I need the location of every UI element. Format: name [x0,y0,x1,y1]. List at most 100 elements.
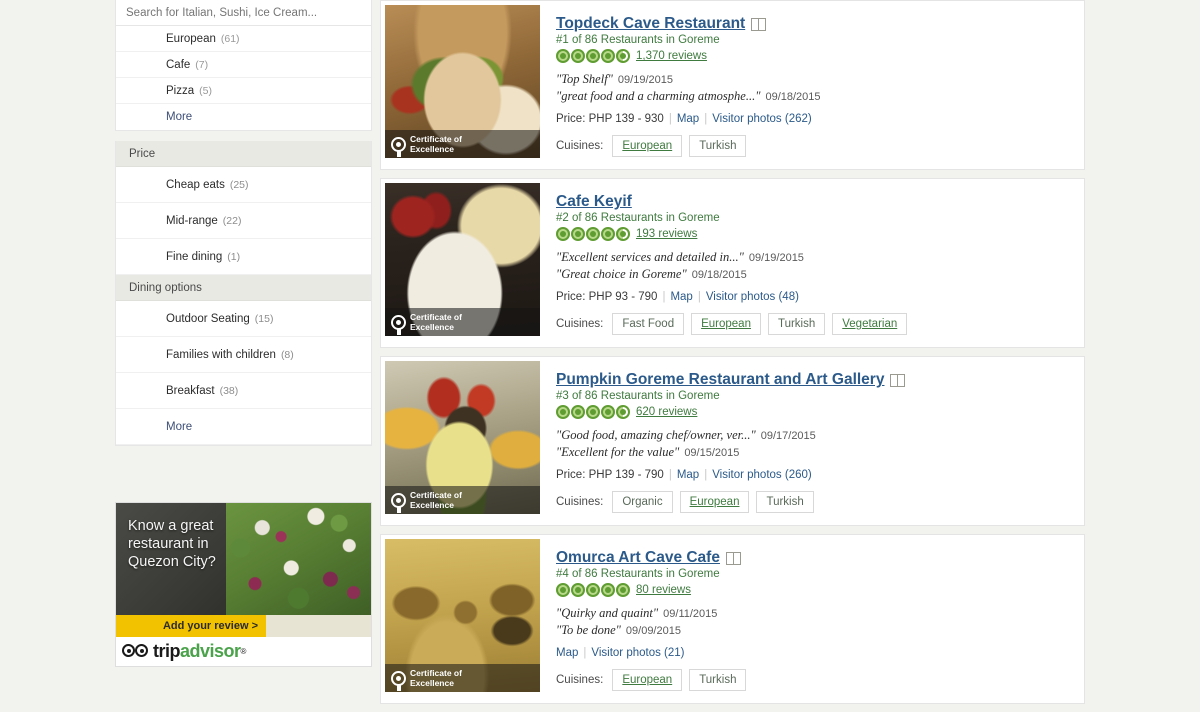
cuisine-tag-turkish[interactable]: Turkish [689,669,747,691]
quote-date: 09/18/2015 [691,269,747,281]
quote-text[interactable]: "Quirky and quaint" [556,606,658,620]
cuisine-tag-turkish[interactable]: Turkish [767,313,826,335]
filter-label: European [166,32,216,45]
filter-price-cheap-eats[interactable]: Cheap eats (25) [116,167,371,203]
rating-bubble [601,583,615,597]
cuisine-tag-vegetarian[interactable]: Vegetarian [832,313,908,335]
badge-line1: Certificate of [410,312,462,322]
cuisine-search-panel [115,0,372,26]
add-review-ad-banner[interactable]: Know a great restaurant in Quezon City? … [115,502,372,667]
cuisine-tag-turkish[interactable]: Turkish [689,135,747,157]
filter-price-fine-dining[interactable]: Fine dining (1) [116,239,371,275]
visitor-photos-link[interactable]: Visitor photos (262) [712,113,812,125]
price-range: Price: PHP 139 - 790 [556,469,664,481]
review-quote: "great food and a charming atmosphe..." 0… [556,89,1084,105]
filter-label: Cheap eats [166,178,225,191]
review-count-link[interactable]: 1,370 reviews [636,50,707,62]
restaurant-listing[interactable]: Certificate of Excellence Omurca Art Cav… [380,534,1085,704]
rating-bubble [571,405,585,419]
map-link[interactable]: Map [677,469,699,481]
cuisines-row: Cuisines: European Turkish [556,135,1084,169]
logo-registered-mark: ® [240,647,247,656]
restaurant-results-list: Certificate of Excellence Topdeck Cave R… [380,0,1085,712]
menu-book-icon[interactable] [890,373,906,387]
cuisine-tag-european[interactable]: European [612,669,683,691]
section-header-price: Price [116,141,371,167]
ad-headline: Know a great restaurant in Quezon City? [128,517,216,571]
certificate-of-excellence-badge: Certificate of Excellence [385,486,540,514]
map-link[interactable]: Map [670,291,692,303]
more-label: More [166,420,193,433]
badge-text: Certificate of Excellence [410,668,462,688]
visitor-photos-link[interactable]: Visitor photos (21) [591,647,684,659]
cuisine-tag-organic[interactable]: Organic [612,491,673,513]
visitor-photos-link[interactable]: Visitor photos (48) [706,291,799,303]
quote-text[interactable]: "To be done" [556,623,621,637]
restaurant-name-link[interactable]: Topdeck Cave Restaurant [556,14,745,33]
filter-count: (15) [254,312,274,325]
map-link[interactable]: Map [556,647,578,659]
badge-text: Certificate of Excellence [410,312,462,332]
cuisine-tag-european[interactable]: European [691,313,761,335]
rating-bubble [586,227,600,241]
restaurant-meta: Map | Visitor photos (21) [556,647,1084,659]
filter-cuisine-cafe[interactable]: Cafe (7) [116,52,371,78]
restaurant-photo[interactable]: Certificate of Excellence [385,5,540,158]
rating-bubble [601,405,615,419]
filter-cuisine-pizza[interactable]: Pizza (5) [116,78,371,104]
review-count-link[interactable]: 193 reviews [636,228,697,240]
restaurant-listing[interactable]: Certificate of Excellence Cafe Keyif #2 … [380,178,1085,348]
quote-text[interactable]: "great food and a charming atmosphe..." [556,89,760,103]
cuisine-tag-turkish[interactable]: Turkish [756,491,814,513]
menu-book-icon[interactable] [751,17,767,31]
badge-line1: Certificate of [410,134,462,144]
restaurant-photo[interactable]: Certificate of Excellence [385,539,540,692]
cuisine-more-link[interactable]: More [116,104,371,130]
cuisine-search-input[interactable] [126,6,359,19]
rating-bubble [616,227,630,241]
filter-dining-outdoor-seating[interactable]: Outdoor Seating (15) [116,301,371,337]
cuisines-label: Cuisines: [556,496,604,508]
restaurant-name-link[interactable]: Omurca Art Cave Cafe [556,548,720,567]
filter-dining-families-with-children[interactable]: Families with children (8) [116,337,371,373]
add-your-review-button[interactable]: Add your review > [116,615,266,637]
filter-dining-breakfast[interactable]: Breakfast (38) [116,373,371,409]
cuisine-tag-european[interactable]: European [612,135,683,157]
rating-bubble [616,49,630,63]
review-count-link[interactable]: 80 reviews [636,584,691,596]
quote-text[interactable]: "Great choice in Goreme" [556,267,687,281]
tripadvisor-logo: trip advisor ® [122,641,246,662]
cuisine-filter-panel: European (61) Cafe (7) Pizza (5) More [115,26,372,131]
quote-text[interactable]: "Excellent services and detailed in..." [556,250,744,264]
dining-more-link[interactable]: More [116,409,371,445]
review-quote: "To be done" 09/09/2015 [556,623,1084,639]
restaurant-photo[interactable]: Certificate of Excellence [385,183,540,336]
restaurant-name-link[interactable]: Pumpkin Goreme Restaurant and Art Galler… [556,370,884,389]
restaurant-listing[interactable]: Certificate of Excellence Topdeck Cave R… [380,0,1085,170]
filter-cuisine-european[interactable]: European (61) [116,26,371,52]
meta-separator: | [668,113,672,125]
filter-price-mid-range[interactable]: Mid-range (22) [116,203,371,239]
menu-book-icon[interactable] [725,551,741,565]
restaurant-photo[interactable]: Certificate of Excellence [385,361,540,514]
filter-count: (5) [199,84,212,97]
meta-separator: | [704,113,708,125]
quote-date: 09/15/2015 [684,447,740,459]
cuisine-tag-european[interactable]: European [679,491,750,513]
review-count-link[interactable]: 620 reviews [636,406,697,418]
more-label: More [166,111,193,123]
rating-bubble [586,49,600,63]
quote-text[interactable]: "Good food, amazing chef/owner, ver..." [556,428,756,442]
quote-text[interactable]: "Top Shelf" [556,72,613,86]
visitor-photos-link[interactable]: Visitor photos (260) [712,469,812,481]
cuisine-tag-fast-food[interactable]: Fast Food [612,313,685,335]
restaurant-listing[interactable]: Certificate of Excellence Pumpkin Goreme… [380,356,1085,526]
rating-bubbles [556,49,630,63]
filters-sidebar: European (61) Cafe (7) Pizza (5) More Pr… [115,0,372,456]
badge-line2: Excellence [410,500,454,510]
rating-bubble [556,583,570,597]
price-range: Price: PHP 139 - 930 [556,113,664,125]
restaurant-name-link[interactable]: Cafe Keyif [556,192,632,211]
quote-text[interactable]: "Excellent for the value" [556,445,679,459]
map-link[interactable]: Map [677,113,699,125]
